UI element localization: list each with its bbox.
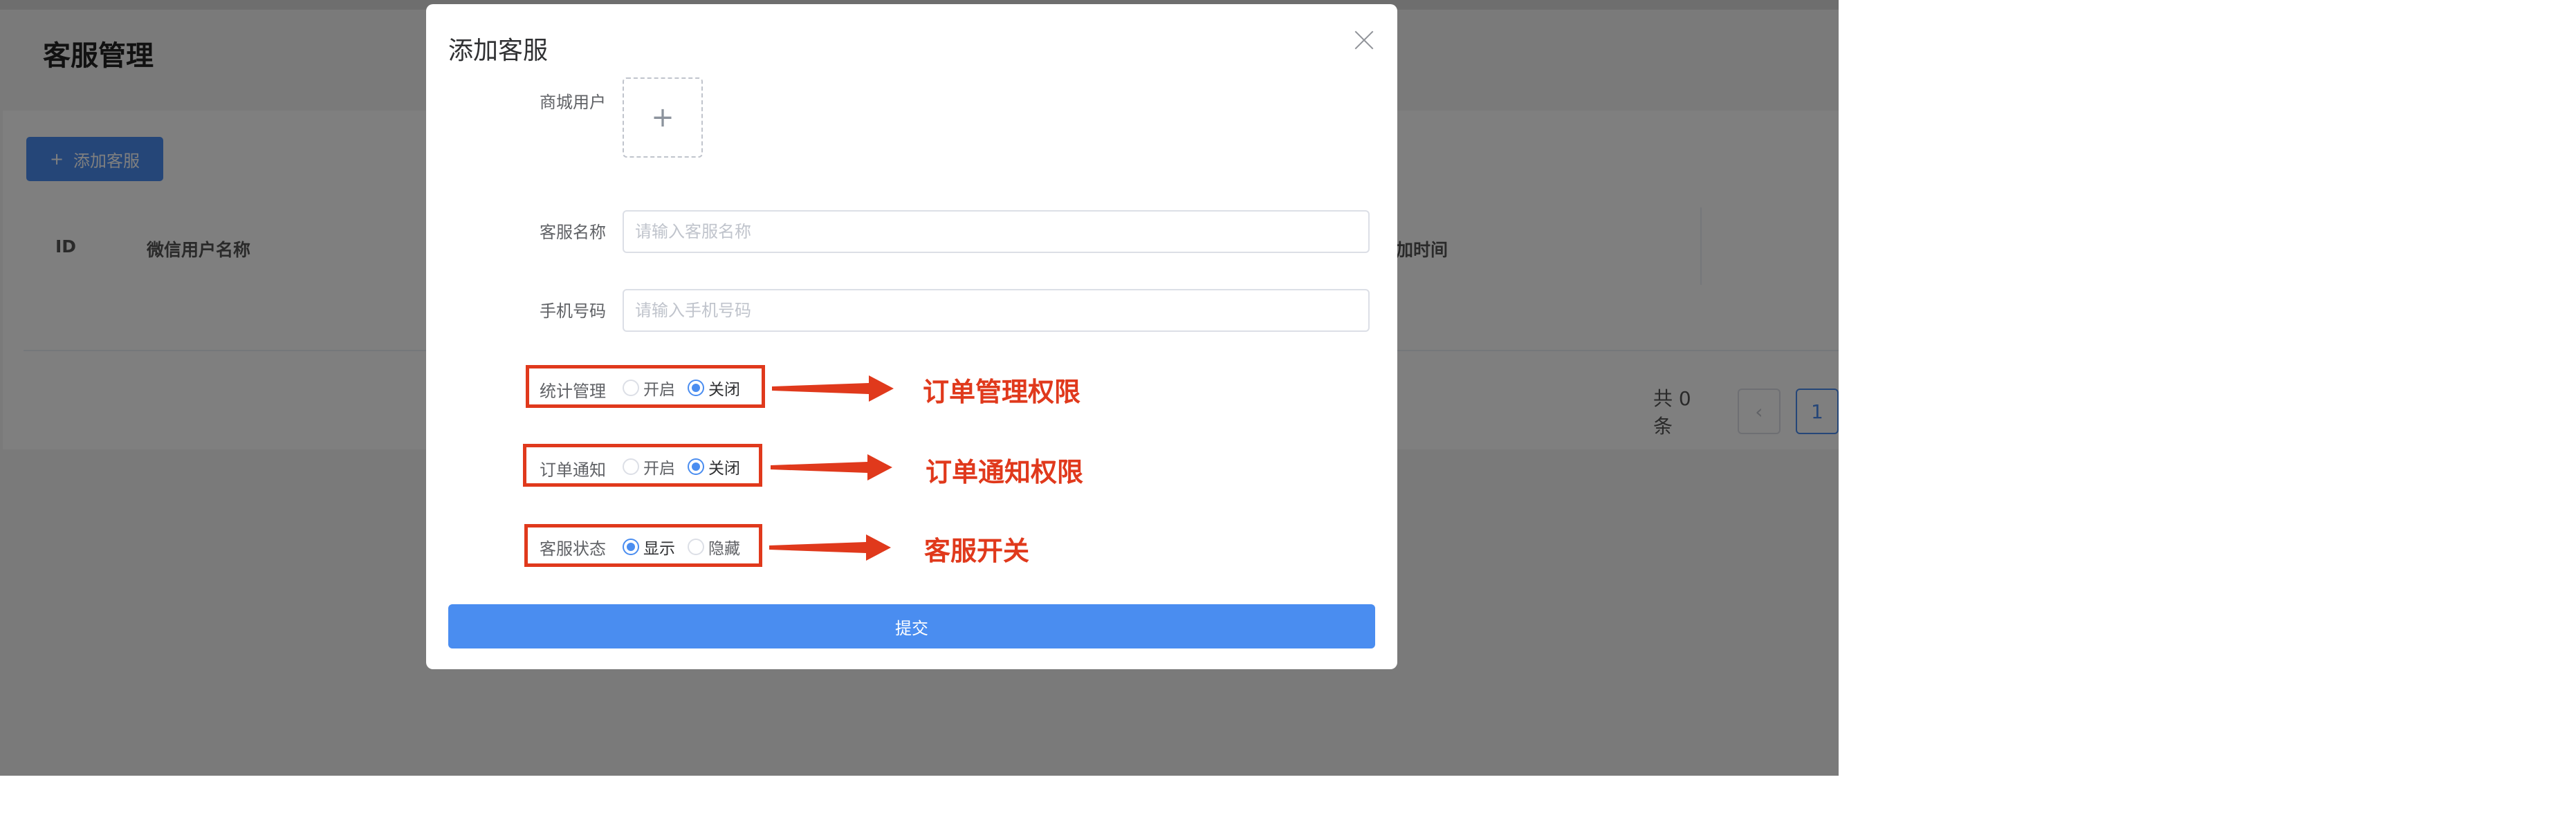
plus-icon: +	[651, 102, 674, 133]
stats-radio-on[interactable]: 开启	[623, 376, 675, 400]
order-notice-label: 订单通知	[540, 460, 606, 480]
arrow-right-icon	[771, 454, 892, 480]
radio-icon	[623, 380, 639, 396]
dialog-title: 添加客服	[448, 37, 549, 65]
arrow-right-icon	[772, 375, 894, 402]
annotation-service-switch: 客服开关	[924, 536, 1030, 566]
annotation-order-notice-permission: 订单通知权限	[926, 457, 1084, 487]
mall-user-upload[interactable]: +	[623, 77, 703, 158]
stats-management-radio-group: 开启 关闭	[623, 376, 740, 400]
close-icon[interactable]	[1350, 26, 1378, 54]
stats-management-label: 统计管理	[540, 382, 606, 401]
radio-icon	[688, 539, 704, 555]
submit-button[interactable]: 提交	[448, 604, 1375, 648]
order-notice-radio-group: 开启 关闭	[623, 455, 740, 478]
status-radio-show[interactable]: 显示	[623, 535, 675, 559]
service-name-input[interactable]	[623, 210, 1370, 253]
mall-user-label: 商城用户	[540, 93, 606, 112]
phone-label: 手机号码	[540, 301, 606, 321]
radio-icon	[688, 380, 704, 396]
add-service-dialog: 添加客服 商城用户 + 客服名称 手机号码 统计管理 开启 关闭 订单通知 开启…	[426, 4, 1397, 669]
annotation-stats-permission: 订单管理权限	[923, 377, 1081, 407]
phone-input[interactable]	[623, 289, 1370, 332]
radio-icon	[688, 458, 704, 475]
order-notice-radio-off[interactable]: 关闭	[688, 455, 740, 478]
radio-icon	[623, 458, 639, 475]
arrow-right-icon	[769, 534, 891, 561]
status-radio-hide[interactable]: 隐藏	[688, 535, 740, 559]
service-name-label: 客服名称	[540, 223, 606, 242]
stats-radio-off[interactable]: 关闭	[688, 376, 740, 400]
service-status-label: 客服状态	[540, 539, 606, 559]
order-notice-radio-on[interactable]: 开启	[623, 455, 675, 478]
service-status-radio-group: 显示 隐藏	[623, 535, 740, 559]
radio-icon	[623, 539, 639, 555]
